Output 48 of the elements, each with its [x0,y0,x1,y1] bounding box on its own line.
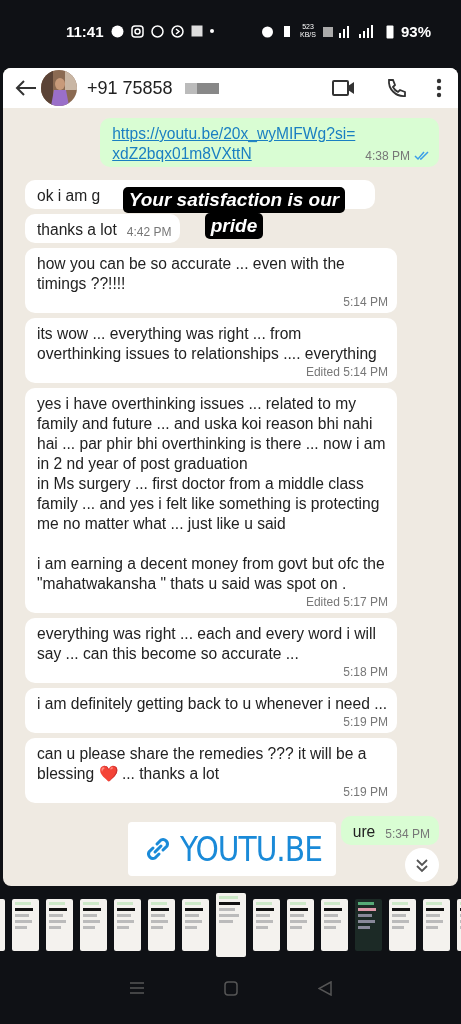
thumbnail[interactable] [79,899,107,951]
thumbnail[interactable] [388,899,416,951]
chevrons-down-icon [415,857,429,873]
message-time: 4:38 PM [365,149,410,163]
message-text: thanks a lot [37,220,117,240]
message-text: everything was right ... each and every word i will say ... can this become so accurate ... [37,624,377,664]
message-text: its wow ... everything was right ... from overthinking issues to relationships .... everything [37,324,378,364]
thumbnail[interactable] [181,899,209,951]
caption-banner: pride [204,213,264,239]
thumbnail[interactable] [252,899,280,951]
thumbnail[interactable] [422,899,450,951]
message-text: ok i am g [37,186,101,206]
message-text: i am definitely getting back to u whenever i need ... [37,694,388,714]
message-time: 5:19 PM [343,715,388,729]
caption-banner: Your satisfaction is our [122,187,346,213]
message-time: 5:14 PM [343,295,388,309]
home-icon[interactable] [223,980,238,996]
instagram-icon [130,24,144,38]
message-text: yes i have overthinking issues ... related to my family and future ... and uska koi reason bhi nahi hai ... par phir bhi overthinking is there ... now i am in 2 nd year of post graduation in Ms surgery ... first doctor from a middle class family ... and yes i felt like something is protecting me no matter what ... just like u said i am earning a decent money from govt but ofc the "mahatwakansha " thats u said was spot on . [37,394,387,594]
message-text: ure [352,822,376,842]
contact-number[interactable]: +91 75858 [87,77,173,99]
thumbnail[interactable] [320,899,348,951]
battery-icon [385,23,394,39]
battery-percent: 93% [400,22,431,40]
thumbnail[interactable] [113,899,141,951]
thumbnail[interactable] [11,899,39,951]
message-time: Edited 5:17 PM [305,595,388,609]
back-icon[interactable] [317,980,332,996]
dot-icon [209,29,214,33]
link-domain: YOUTU.BE [180,829,322,869]
thumbnail[interactable] [45,899,73,951]
message-link[interactable]: https://youtu.be/20x_wyMIFWg?si= xdZ2bqx01m8VXttN [112,124,356,164]
thumbnail[interactable] [354,899,382,951]
message-text: how you can be so accurate ... even with the timings ??!!!! [37,254,346,294]
message-time: 5:19 PM [343,785,388,799]
message-time: Edited 5:14 PM [305,365,388,379]
redaction-block [184,82,219,94]
clock-time: 11:41 [66,22,104,40]
message-text: can u please share the remedies ??? it will be a blessing ❤ ... thanks a lot [37,744,368,784]
thumbnail[interactable] [286,899,314,951]
back-arrow-icon[interactable] [15,79,37,97]
grid-icon [190,25,203,37]
thumbnail[interactable] [147,899,175,951]
scroll-down-button[interactable] [405,848,439,882]
message-time: 5:34 PM [385,827,430,841]
message-time: 5:18 PM [343,665,388,679]
message-time: 4:42 PM [126,225,172,239]
thumbnail[interactable] [215,893,246,957]
